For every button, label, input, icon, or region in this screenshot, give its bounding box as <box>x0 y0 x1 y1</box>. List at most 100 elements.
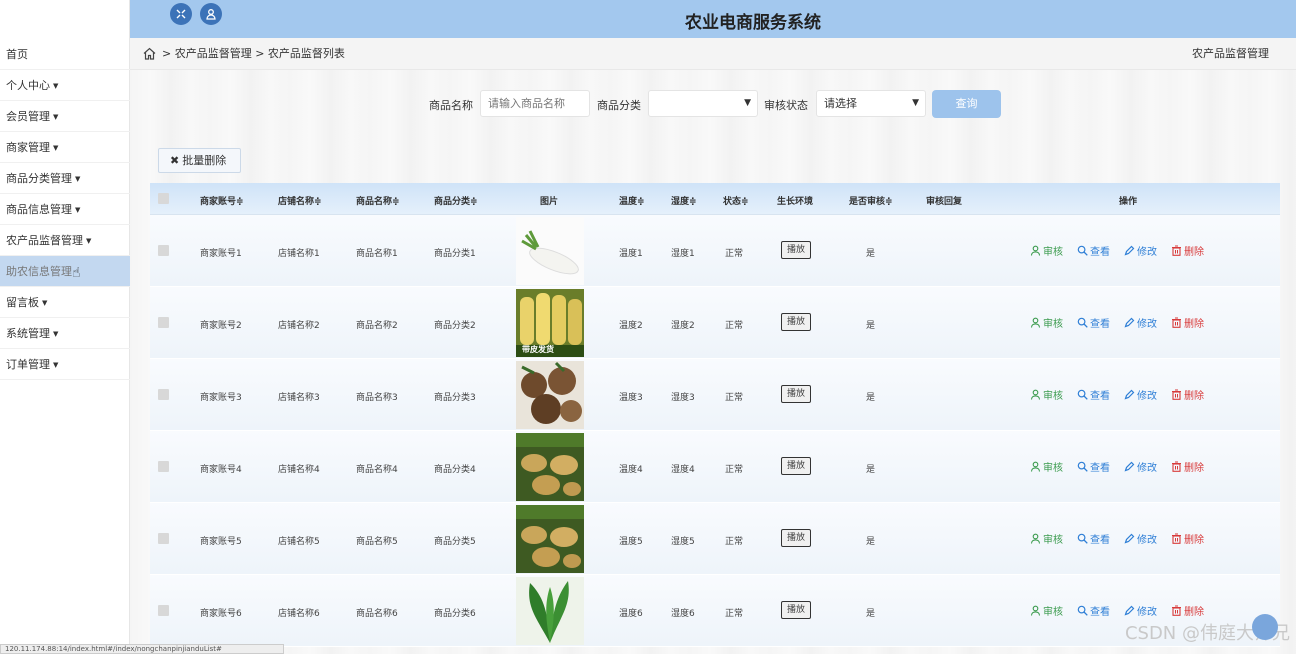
cell-temp: 温度3 <box>619 393 643 403</box>
sidebar-item-label: 农产品监督管理 <box>6 234 83 247</box>
edit-button[interactable]: 修改 <box>1124 603 1157 618</box>
edit-button-label: 修改 <box>1137 535 1157 546</box>
audit-button[interactable]: 审核 <box>1030 603 1063 618</box>
audit-button[interactable]: 审核 <box>1030 531 1063 546</box>
play-button[interactable]: 播放 <box>781 529 811 547</box>
name-search-input[interactable]: 请输入商品名称 <box>480 90 590 117</box>
pencil-icon <box>1124 605 1135 616</box>
trash-icon <box>1172 533 1181 544</box>
select-all-checkbox[interactable] <box>158 193 169 204</box>
delete-button[interactable]: 删除 <box>1171 531 1204 546</box>
user-check-icon <box>1030 245 1041 256</box>
column-header[interactable]: 商品名称≑ <box>356 194 400 207</box>
view-button[interactable]: 查看 <box>1077 603 1110 618</box>
column-header[interactable]: 是否审核≑ <box>849 194 893 207</box>
sidebar-item[interactable]: 系统管理 ▼ <box>0 318 130 349</box>
audit-button[interactable]: 审核 <box>1030 459 1063 474</box>
view-button[interactable]: 查看 <box>1077 243 1110 258</box>
caret-down-icon: ▼ <box>53 144 59 152</box>
cell-category: 商品分类1 <box>434 249 476 259</box>
audit-button[interactable]: 审核 <box>1030 387 1063 402</box>
view-button-label: 查看 <box>1090 607 1110 618</box>
edit-button[interactable]: 修改 <box>1124 459 1157 474</box>
edit-button[interactable]: 修改 <box>1124 531 1157 546</box>
batch-delete-button[interactable]: ✖ 批量删除 <box>158 148 241 173</box>
sidebar-item[interactable]: 商品分类管理 ▼ <box>0 163 130 194</box>
breadcrumb-path[interactable]: > 农产品监督管理 > 农产品监督列表 <box>162 38 345 70</box>
play-button[interactable]: 播放 <box>781 601 811 619</box>
category-select[interactable]: ▼ <box>648 90 758 117</box>
row-checkbox[interactable] <box>158 245 169 256</box>
table-row: 商家账号5 店铺名称5 商品名称5 商品分类5 温度5 湿度5 正常 是 播放 审核 查看 修改 删除 <box>150 503 1280 575</box>
delete-button-label: 删除 <box>1184 463 1204 474</box>
cell-shop: 店铺名称6 <box>278 609 320 619</box>
product-image[interactable] <box>516 361 584 429</box>
row-actions: 审核 查看 修改 删除 <box>1030 387 1218 402</box>
delete-button[interactable]: 删除 <box>1171 315 1204 330</box>
product-image[interactable] <box>516 505 584 573</box>
pointer-cursor-icon: ☝ <box>72 265 81 281</box>
row-checkbox[interactable] <box>158 317 169 328</box>
sidebar-item[interactable]: 商品信息管理 ▼ <box>0 194 130 225</box>
search-button[interactable]: 查询 <box>932 90 1001 118</box>
user-check-icon <box>1030 605 1041 616</box>
view-button[interactable]: 查看 <box>1077 315 1110 330</box>
sidebar-item[interactable]: 商家管理 ▼ <box>0 132 130 163</box>
edit-button-label: 修改 <box>1137 319 1157 330</box>
cell-product: 商品名称6 <box>356 609 398 619</box>
sidebar-item[interactable]: 会员管理 ▼ <box>0 101 130 132</box>
column-header[interactable]: 温度≑ <box>619 194 645 207</box>
product-image[interactable]: 带皮发货 <box>516 289 584 357</box>
row-checkbox[interactable] <box>158 461 169 472</box>
delete-button[interactable]: 删除 <box>1171 459 1204 474</box>
audit-button[interactable]: 审核 <box>1030 243 1063 258</box>
view-button[interactable]: 查看 <box>1077 387 1110 402</box>
product-image[interactable] <box>516 433 584 501</box>
column-header[interactable]: 商品分类≑ <box>434 194 478 207</box>
delete-button-label: 删除 <box>1184 319 1204 330</box>
row-checkbox[interactable] <box>158 533 169 544</box>
product-image-mushroom <box>516 361 584 429</box>
play-button[interactable]: 播放 <box>781 313 811 331</box>
edit-button[interactable]: 修改 <box>1124 315 1157 330</box>
sidebar-item[interactable]: 个人中心 ▼ <box>0 70 130 101</box>
column-header[interactable]: 商家账号≑ <box>200 194 244 207</box>
column-header[interactable]: 店铺名称≑ <box>278 194 322 207</box>
delete-button[interactable]: 删除 <box>1171 387 1204 402</box>
scroll-top-button[interactable] <box>1252 614 1278 640</box>
row-checkbox[interactable] <box>158 605 169 616</box>
audit-button[interactable]: 审核 <box>1030 315 1063 330</box>
close-icon: ✖ <box>170 154 180 167</box>
sidebar-item[interactable]: 订单管理 ▼ <box>0 349 130 380</box>
status-select[interactable]: 请选择 ▼ <box>816 90 926 117</box>
view-button[interactable]: 查看 <box>1077 459 1110 474</box>
play-button[interactable]: 播放 <box>781 241 811 259</box>
product-image[interactable] <box>516 217 584 285</box>
view-button[interactable]: 查看 <box>1077 531 1110 546</box>
row-checkbox[interactable] <box>158 389 169 400</box>
sidebar-item[interactable]: 助农信息管理 ☝ <box>0 256 130 287</box>
caret-down-icon: ▼ <box>53 361 59 369</box>
trash-icon <box>1172 317 1181 328</box>
product-image[interactable] <box>516 577 584 645</box>
delete-button[interactable]: 删除 <box>1171 243 1204 258</box>
play-button[interactable]: 播放 <box>781 385 811 403</box>
caret-down-icon: ▼ <box>53 82 59 90</box>
column-header[interactable]: 湿度≑ <box>671 194 697 207</box>
edit-button[interactable]: 修改 <box>1124 243 1157 258</box>
sidebar-item[interactable]: 农产品监督管理 ▼ <box>0 225 130 256</box>
delete-button[interactable]: 删除 <box>1171 603 1204 618</box>
pencil-icon <box>1124 245 1135 256</box>
cell-category: 商品分类4 <box>434 465 476 475</box>
sidebar-item[interactable]: 留言板 ▼ <box>0 287 130 318</box>
play-button[interactable]: 播放 <box>781 457 811 475</box>
sidebar-item-label: 订单管理 <box>6 358 50 371</box>
home-icon[interactable] <box>143 47 156 60</box>
app-title: 农业电商服务系统 <box>685 13 821 33</box>
edit-button[interactable]: 修改 <box>1124 387 1157 402</box>
category-label: 商品分类 <box>597 99 641 112</box>
audit-button-label: 审核 <box>1043 463 1063 474</box>
sidebar-item[interactable]: 首页 <box>0 39 130 70</box>
column-header[interactable]: 状态≑ <box>723 194 749 207</box>
search-icon <box>1077 389 1088 400</box>
